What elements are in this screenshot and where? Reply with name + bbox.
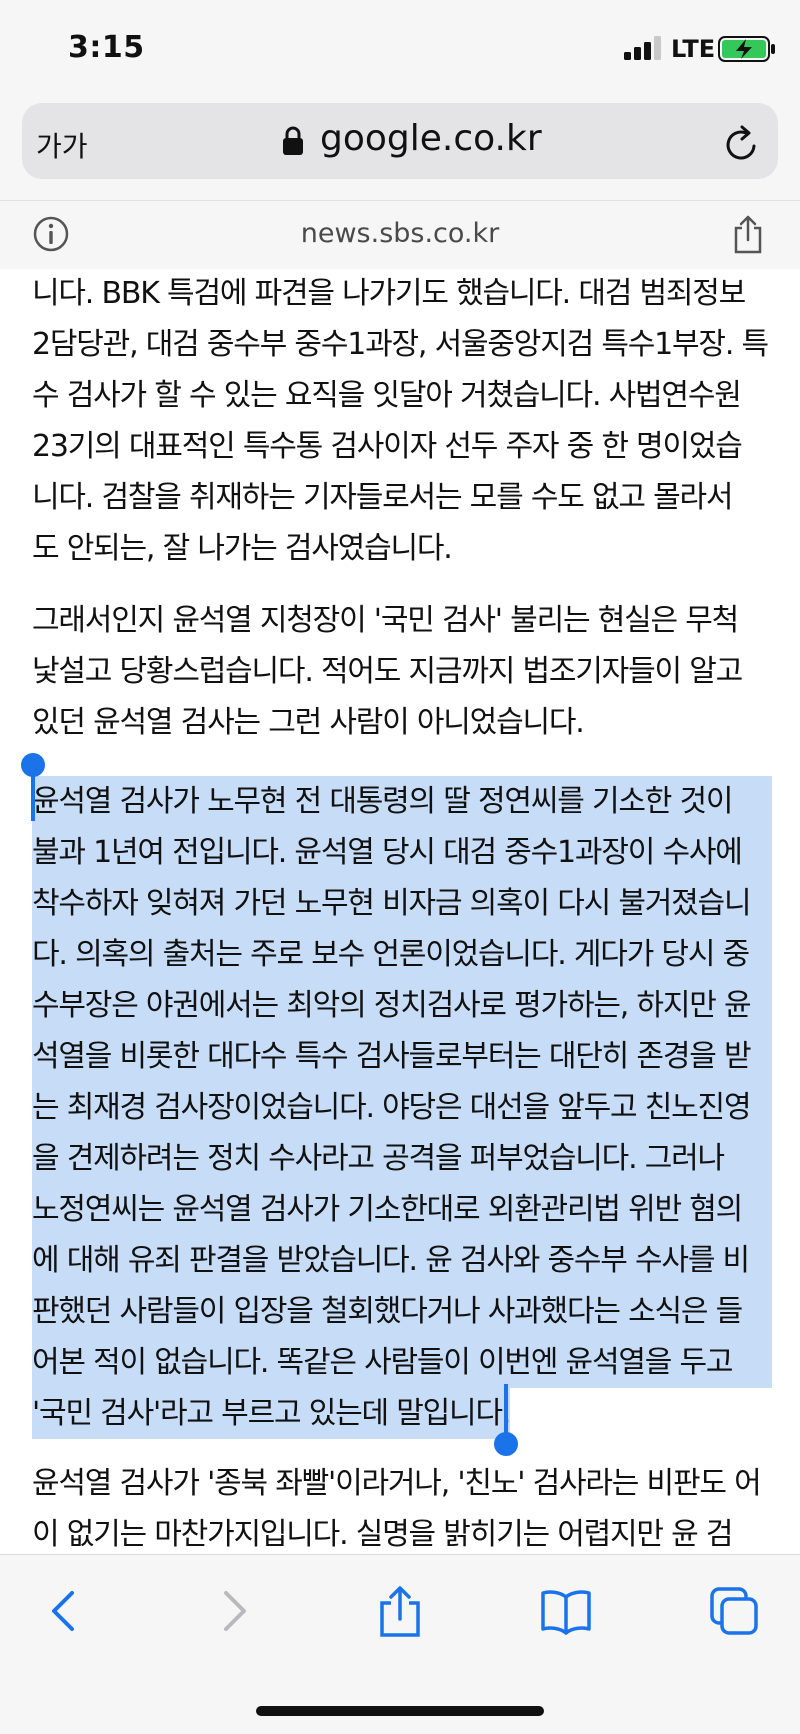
paragraph-1: 니다. BBK 특검에 파견을 나가기도 했습니다. 대검 범죄정보 2담당관,… — [32, 268, 772, 574]
text-line: 도 안되는, 잘 나가는 검사였습니다. — [32, 531, 453, 566]
text-line: 착수하자 잊혀져 가던 노무현 비자금 의혹이 다시 불거졌습니 — [32, 878, 772, 929]
network-type: LTE — [671, 35, 716, 63]
lock-icon — [283, 126, 303, 155]
text-line: 니다. BBK 특검에 파견을 나가기도 했습니다. 대검 범죄정보 — [32, 276, 746, 311]
text-line: 다. 의혹의 출처는 주로 보수 언론이었습니다. 게다가 당시 중 — [32, 929, 772, 980]
paragraph-2: 그래서인지 윤석열 지청장이 '국민 검사' 불리는 현실은 무척 낯설고 당황… — [32, 595, 772, 748]
reload-icon[interactable] — [722, 124, 762, 164]
selected-paragraph[interactable]: 윤석열 검사가 노무현 전 대통령의 딸 정연씨를 기소한 것이 불과 1년여 … — [32, 776, 772, 1439]
text-line: 23기의 대표적인 특수통 검사이자 선두 주자 중 한 명이었습 — [32, 429, 743, 464]
text-size-button[interactable]: 가가 — [36, 125, 88, 165]
status-time: 3:15 — [68, 30, 145, 65]
text-line: 수 검사가 할 수 있는 요직을 잇달아 거쳤습니다. 사법연수원 — [32, 378, 742, 413]
text-line: 이 없기는 마찬가지입니다. 실명을 밝히기는 어렵지만 윤 검 — [32, 1517, 733, 1552]
text-line: 을 견제하려는 정치 수사라고 공격을 퍼부었습니다. 그러나 — [32, 1133, 772, 1184]
site-domain: news.sbs.co.kr — [300, 218, 500, 249]
forward-icon[interactable] — [208, 1585, 260, 1637]
text-line: 윤석열 검사가 노무현 전 대통령의 딸 정연씨를 기소한 것이 — [32, 776, 772, 827]
text-line: 어본 적이 없습니다. 똑같은 사람들이 이번엔 윤석열을 두고 — [32, 1337, 772, 1388]
text-line: 석열을 비롯한 대다수 특수 검사들로부터는 대단히 존경을 받 — [32, 1031, 772, 1082]
share-icon[interactable] — [374, 1585, 426, 1637]
battery-charging-icon — [718, 36, 775, 62]
text-line: 판했던 사람들이 입장을 철회했다거나 사과했다는 소식은 들 — [32, 1286, 772, 1337]
cellular-signal-icon — [624, 36, 661, 60]
selection-end-handle[interactable] — [494, 1432, 518, 1456]
text-line: 는 최재경 검사장이었습니다. 야당은 대선을 앞두고 친노진영 — [32, 1082, 772, 1133]
selection-start-handle[interactable] — [21, 753, 45, 777]
text-line: 있던 윤석열 검사는 그런 사람이 아니었습니다. — [32, 705, 585, 740]
text-line: 수부장은 야권에서는 최악의 정치검사로 평가하는, 하지만 윤 — [32, 980, 772, 1031]
text-line: 에 대해 유죄 판결을 받았습니다. 윤 검사와 중수부 수사를 비 — [32, 1235, 772, 1286]
text-line: 낯설고 당황스럽습니다. 적어도 지금까지 법조기자들이 알고 — [32, 654, 743, 689]
text-line: 니다. 검찰을 취재하는 기자들로서는 모를 수도 없고 몰라서 — [32, 480, 733, 515]
text-line: 그래서인지 윤석열 지청장이 '국민 검사' 불리는 현실은 무척 — [32, 603, 739, 638]
tabs-icon[interactable] — [708, 1585, 760, 1637]
bookmarks-icon[interactable] — [540, 1585, 592, 1637]
text-line: 노정연씨는 윤석열 검사가 기소한대로 외환관리법 위반 혐의 — [32, 1184, 772, 1235]
share-icon-small[interactable] — [733, 214, 763, 254]
text-line: 2담당관, 대검 중수부 중수1과장, 서울중앙지검 특수1부장. 특 — [32, 327, 769, 362]
text-line: '국민 검사'라고 부르고 있는데 말입니다. — [32, 1388, 511, 1439]
text-line: 불과 1년여 전입니다. 윤석열 당시 대검 중수1과장이 수사에 — [32, 827, 772, 878]
back-icon[interactable] — [38, 1585, 90, 1637]
article-body: 니다. BBK 특검에 파견을 나가기도 했습니다. 대검 범죄정보 2담당관,… — [0, 268, 800, 1554]
text-line: 윤석열 검사가 '종북 좌빨'이라거나, '친노' 검사라는 비판도 어 — [32, 1466, 762, 1501]
url-text[interactable]: google.co.kr — [320, 118, 542, 159]
paragraph-4: 윤석열 검사가 '종북 좌빨'이라거나, '친노' 검사라는 비판도 어 이 없… — [32, 1458, 772, 1554]
home-indicator[interactable] — [256, 1706, 544, 1716]
